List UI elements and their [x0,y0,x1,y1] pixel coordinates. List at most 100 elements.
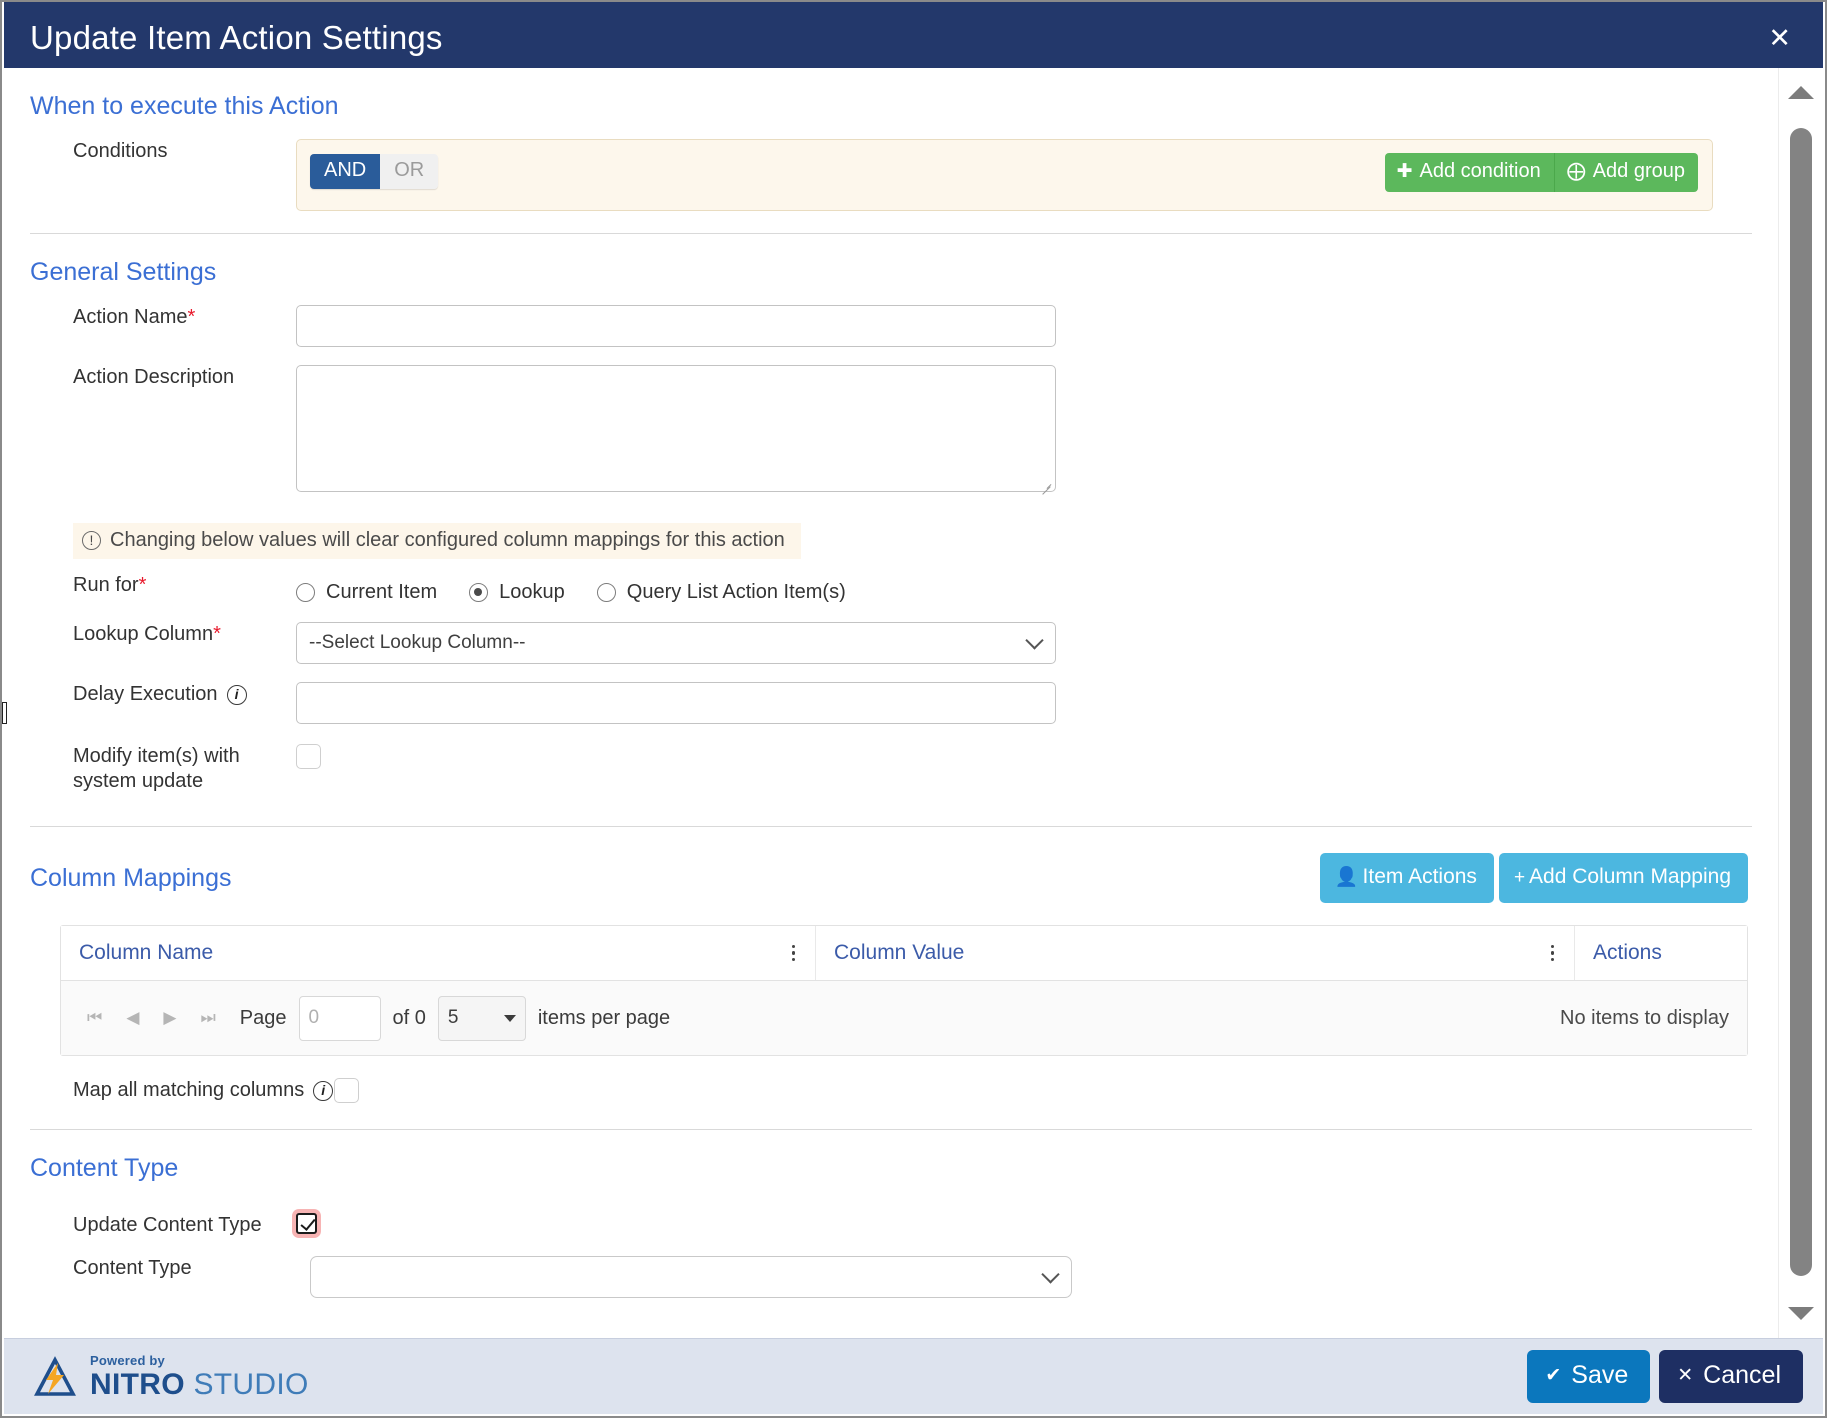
action-description-textarea[interactable] [296,365,1056,492]
pager-page-size-value: 5 [447,1007,459,1028]
save-button-label: Save [1571,1361,1629,1389]
exclamation-icon: ! [82,531,101,550]
grid-column-header-column-value[interactable]: Column Value [816,926,1575,980]
vertical-scrollbar[interactable] [1778,68,1823,1338]
left-edge-marker [2,702,7,724]
modify-items-label: Modify item(s) with system update [4,744,296,794]
update-content-type-row: Update Content Type [4,1213,1778,1238]
operator-and-button[interactable]: AND [310,154,381,189]
map-all-columns-label: Map all matching columns i [4,1078,334,1103]
dialog-window: Update Item Action Settings ✕ When to ex… [0,0,1827,1418]
map-all-columns-checkbox[interactable] [334,1078,359,1103]
column-menu-icon[interactable] [788,941,800,966]
caret-down-icon [503,1014,516,1022]
column-mappings-grid: Column Name Column Value Actions ⏮ ◀ ▶ ⏭ [60,925,1748,1056]
plus-circle-icon: ⨁ [1566,161,1586,182]
delay-execution-row: Delay Execution i [4,682,1778,724]
run-for-label: Run for* [4,573,296,598]
section-heading-content-type: Content Type [30,1154,179,1182]
modify-items-checkbox[interactable] [296,744,321,769]
scroll-up-icon[interactable] [1788,86,1814,99]
grid-column-header-actions: Actions [1575,926,1747,980]
run-for-row: Run for* Current Item Lookup Query List … [4,573,1778,604]
cancel-button-label: Cancel [1703,1361,1781,1389]
run-for-label-text: Run for [73,574,139,596]
action-name-input[interactable] [296,305,1056,347]
update-content-type-checkbox[interactable] [296,1213,317,1234]
add-group-label: Add group [1592,160,1685,182]
dialog-body: When to execute this Action Conditions A… [4,68,1778,1338]
pager-items-per-page-label: items per page [537,1006,671,1029]
clear-mappings-warning: ! Changing below values will clear confi… [73,523,801,559]
lookup-column-label-text: Lookup Column [73,623,214,645]
conditions-row: Conditions AND OR ✚ Add condition ⨁ Add … [4,139,1778,211]
section-heading-when-to-execute: When to execute this Action [30,92,339,120]
first-page-icon[interactable]: ⏮ [81,1005,108,1031]
pager-page-size-select[interactable]: 5 [437,995,526,1041]
pager-page-input[interactable] [298,995,381,1041]
action-name-row: Action Name* [4,305,1778,347]
radio-query-list-label: Query List Action Item(s) [626,581,846,603]
grid-pager: ⏮ ◀ ▶ ⏭ Page of 0 5 items per page No it… [61,981,1747,1055]
pager-page-label: Page [239,1006,287,1029]
radio-lookup[interactable]: Lookup [469,581,565,604]
grid-header-label: Actions [1593,941,1662,964]
add-condition-button[interactable]: ✚ Add condition [1384,153,1554,192]
content-type-label: Content Type [73,1257,192,1279]
required-asterisk: * [138,574,147,596]
prev-page-icon[interactable]: ◀ [120,1005,145,1031]
add-column-mapping-button[interactable]: + Add Column Mapping [1498,853,1748,903]
divider-3 [30,1129,1752,1130]
condition-action-buttons: ✚ Add condition ⨁ Add group [1384,153,1698,192]
section-heading-general-settings: General Settings [30,258,217,286]
radio-current-item[interactable]: Current Item [296,581,437,604]
brand-nitro: NITRO [90,1367,185,1401]
next-page-icon[interactable]: ▶ [157,1005,182,1031]
delay-execution-input[interactable] [296,682,1056,724]
delay-execution-label: Delay Execution i [4,682,296,707]
and-or-toggle[interactable]: AND OR [310,154,439,189]
item-actions-button[interactable]: 👤 Item Actions [1319,853,1494,903]
operator-or-button[interactable]: OR [380,154,439,189]
radio-lookup-label: Lookup [499,581,565,603]
plus-icon: ✚ [1396,161,1413,182]
footer-buttons: ✔ Save ✕ Cancel [1527,1350,1803,1403]
column-menu-icon[interactable] [1547,941,1559,966]
delay-execution-label-text: Delay Execution [73,683,218,705]
content-type-select[interactable] [310,1256,1072,1298]
grid-column-header-column-name[interactable]: Column Name [61,926,816,980]
grid-header-label: Column Name [79,941,214,964]
close-icon: ✕ [1677,1365,1694,1386]
action-description-wrapper [296,365,1056,497]
radio-current-item-label: Current Item [326,581,438,603]
cancel-button[interactable]: ✕ Cancel [1659,1350,1803,1403]
content-type-row: Content Type [4,1256,1778,1298]
nitro-studio-logo: Powered by NITRO STUDIO [32,1354,309,1400]
brand-name: NITRO STUDIO [90,1367,309,1401]
check-icon: ✔ [1545,1365,1562,1386]
radio-query-list-action-items[interactable]: Query List Action Item(s) [596,581,846,604]
action-name-label-text: Action Name [73,306,188,328]
grid-header-label: Column Value [834,941,965,964]
info-icon[interactable]: i [226,684,247,705]
required-asterisk: * [213,623,221,645]
map-all-columns-row: Map all matching columns i [4,1078,1778,1103]
radio-mark [596,583,616,602]
person-icon: 👤 [1334,866,1359,888]
lookup-column-select[interactable]: --Select Lookup Column-- [296,622,1056,664]
action-description-label: Action Description [73,366,235,388]
info-icon[interactable]: i [313,1080,334,1101]
divider-2 [30,826,1752,827]
modify-items-row: Modify item(s) with system update [4,744,1778,794]
grid-header-row: Column Name Column Value Actions [61,926,1747,981]
action-description-row: Action Description [4,365,1778,497]
add-group-button[interactable]: ⨁ Add group [1553,153,1698,192]
close-icon[interactable]: ✕ [1760,23,1799,54]
run-for-radio-group: Current Item Lookup Query List Action It… [296,573,846,604]
conditions-builder: AND OR ✚ Add condition ⨁ Add group [296,139,1713,211]
scrollbar-thumb[interactable] [1790,128,1812,1276]
save-button[interactable]: ✔ Save [1527,1350,1651,1403]
chevron-down-icon [1041,1265,1060,1284]
last-page-icon[interactable]: ⏭ [194,1005,221,1031]
scroll-down-icon[interactable] [1788,1307,1814,1320]
